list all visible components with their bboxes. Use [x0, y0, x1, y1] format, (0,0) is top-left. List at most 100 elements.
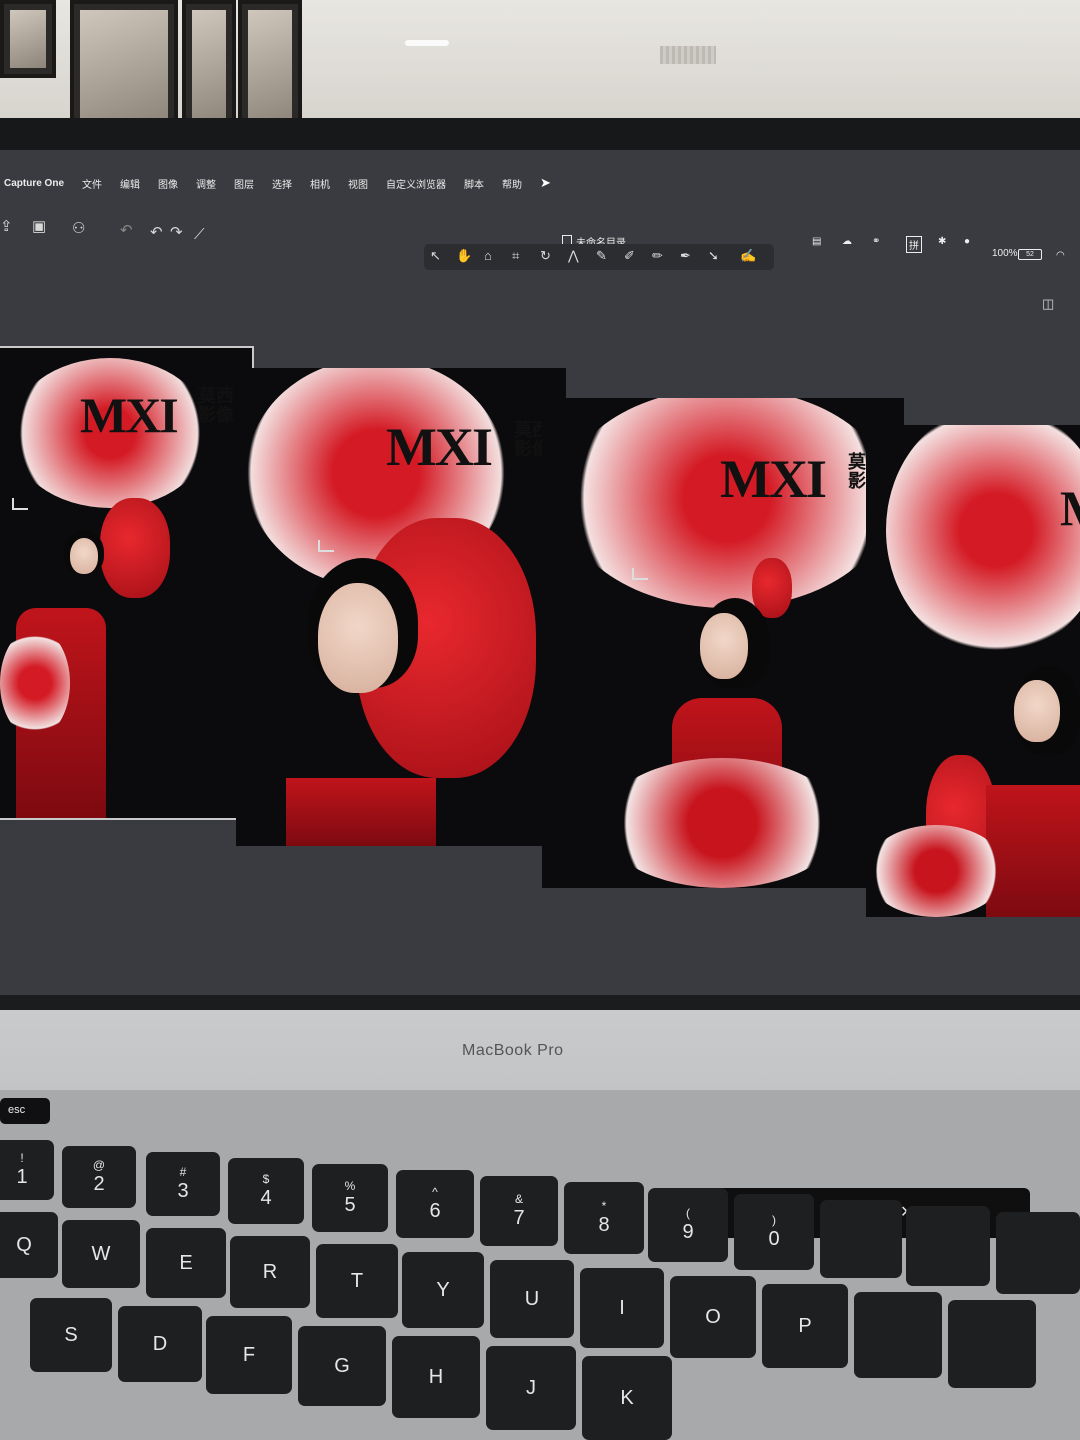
key-label: E — [179, 1252, 193, 1274]
rotate-left-icon[interactable]: ↶ — [120, 222, 133, 240]
menu-view[interactable]: 视图 — [339, 176, 377, 191]
battery-icon: 52 — [1018, 249, 1042, 260]
picker-tool-icon[interactable]: ✒ — [680, 248, 691, 264]
key-k[interactable]: K — [582, 1356, 672, 1440]
key-bottom-label: 8 — [598, 1213, 610, 1236]
thumbnail-logo-cn: 莫西 影像 — [198, 386, 234, 426]
cursor-tools-bar: ↖ ✋ ⌂ ⌗ ↻ ⋀ ✎ ✐ ✏ ✒ ➘ ✍ — [424, 244, 774, 270]
wifi-icon[interactable]: ◠ — [1056, 250, 1065, 261]
wall-frame — [0, 0, 56, 78]
menu-layer[interactable]: 图层 — [225, 176, 263, 191]
key-equal[interactable] — [906, 1206, 990, 1286]
rotate-tool-icon[interactable]: ↻ — [540, 248, 551, 264]
thumbnail-1[interactable]: MXI 莫西 影像 — [0, 346, 254, 820]
key-g[interactable]: G — [298, 1326, 386, 1406]
wechat-icon[interactable]: ☁ — [842, 236, 852, 247]
key-t[interactable]: T — [316, 1244, 398, 1318]
key-top-label: ) — [772, 1213, 776, 1228]
thumbnail-2[interactable]: MXI 莫西 影像 — [236, 368, 566, 846]
key-label: W — [91, 1243, 111, 1265]
input-method-icon[interactable]: 拼 — [906, 236, 922, 253]
menu-image[interactable]: 图像 — [149, 176, 187, 191]
menu-edit[interactable]: 编辑 — [111, 176, 149, 191]
menu-script[interactable]: 脚本 — [455, 176, 493, 191]
key-w[interactable]: W — [62, 1220, 140, 1288]
key-y[interactable]: Y — [402, 1252, 484, 1328]
key-7[interactable]: & 7 — [480, 1176, 558, 1246]
key-u[interactable]: U — [490, 1260, 574, 1338]
wall-frame — [70, 0, 178, 133]
stamp-tool-icon[interactable]: ⌂ — [484, 248, 492, 263]
menu-adjust[interactable]: 调整 — [187, 176, 225, 191]
key-label: D — [152, 1333, 168, 1355]
key-8[interactable]: * 8 — [564, 1182, 644, 1254]
key-e[interactable]: E — [146, 1228, 226, 1298]
thumbnail-4[interactable]: M — [866, 425, 1080, 917]
wps-icon[interactable]: ▤ — [812, 236, 821, 247]
key-6[interactable]: ^ 6 — [396, 1170, 474, 1238]
key-i[interactable]: I — [580, 1268, 664, 1348]
brush-tool-icon[interactable]: ✐ — [624, 248, 635, 264]
import-icon[interactable]: ⇪ — [0, 218, 13, 236]
gradient-tool-icon[interactable]: ➘ — [708, 248, 719, 264]
users-icon[interactable]: ⚇ — [72, 220, 85, 238]
thumbnail-3[interactable]: MXI 莫西 影像 — [542, 398, 904, 888]
key-9[interactable]: (9 — [648, 1188, 728, 1262]
export-icon[interactable]: ▣ — [32, 218, 46, 236]
menu-select[interactable]: 选择 — [263, 176, 301, 191]
user-avatar-icon[interactable]: ● — [964, 236, 970, 247]
annotate-tool-icon[interactable]: ✍ — [740, 248, 756, 264]
mouse-pointer-icon: ➤ — [540, 175, 551, 190]
viewer-layout-icon[interactable]: ◫ — [1042, 296, 1054, 312]
key-o[interactable]: O — [670, 1276, 756, 1358]
key-j[interactable]: J — [486, 1346, 576, 1430]
key-label: O — [705, 1306, 721, 1328]
thumbnail-logo: MXI — [80, 387, 179, 443]
key-d[interactable]: D — [118, 1306, 202, 1382]
spot-tool-icon[interactable]: ✎ — [596, 248, 607, 264]
key-label: S — [64, 1324, 78, 1346]
key-bracket-right[interactable] — [948, 1300, 1036, 1388]
bluetooth-icon[interactable]: ✱ — [938, 236, 946, 247]
network-icon[interactable]: ⚭ — [872, 236, 880, 247]
key-q[interactable]: Q — [0, 1212, 58, 1278]
key-label: R — [262, 1261, 278, 1283]
key-label: U — [524, 1288, 540, 1310]
menu-custom-browser[interactable]: 自定义浏览器 — [377, 176, 455, 191]
key-minus[interactable] — [820, 1200, 902, 1278]
esc-key[interactable]: esc — [0, 1098, 50, 1124]
key-5[interactable]: % 5 — [312, 1164, 388, 1232]
key-bracket-left[interactable] — [854, 1292, 942, 1378]
key-h[interactable]: H — [392, 1336, 480, 1418]
undo-icon[interactable]: ↶ — [150, 224, 163, 242]
focus-corner — [12, 498, 28, 510]
menu-file[interactable]: 文件 — [73, 176, 111, 191]
air-vent — [660, 46, 716, 64]
key-4[interactable]: $4 — [228, 1158, 304, 1224]
key-2[interactable]: @2 — [62, 1146, 136, 1208]
eraser-tool-icon[interactable]: ✏ — [652, 248, 663, 264]
crop-tool-icon[interactable]: ⌗ — [512, 248, 519, 264]
menu-app-name[interactable]: Capture One — [0, 178, 73, 189]
key-0[interactable]: ) 0 — [734, 1194, 814, 1270]
key-r[interactable]: R — [230, 1236, 310, 1308]
wand-icon[interactable]: ⟋ — [194, 226, 205, 244]
key-1[interactable]: ! 1 — [0, 1140, 54, 1200]
key-p[interactable]: P — [762, 1284, 848, 1368]
key-label: J — [526, 1377, 536, 1399]
hand-tool-icon[interactable]: ✋ — [456, 248, 472, 264]
menu-camera[interactable]: 相机 — [301, 176, 339, 191]
focus-corner — [632, 568, 648, 580]
key-delete[interactable] — [996, 1212, 1080, 1294]
key-f[interactable]: F — [206, 1316, 292, 1394]
key-3[interactable]: #3 — [146, 1152, 220, 1216]
key-label: I — [619, 1297, 625, 1319]
wall-frame — [182, 0, 236, 133]
ceiling-light — [405, 40, 449, 46]
key-label: P — [798, 1315, 812, 1337]
redo-icon[interactable]: ↷ — [170, 224, 183, 242]
menu-help[interactable]: 帮助 — [493, 176, 531, 191]
keystone-tool-icon[interactable]: ⋀ — [568, 248, 579, 264]
pointer-tool-icon[interactable]: ↖ — [430, 248, 441, 264]
key-s[interactable]: S — [30, 1298, 112, 1372]
